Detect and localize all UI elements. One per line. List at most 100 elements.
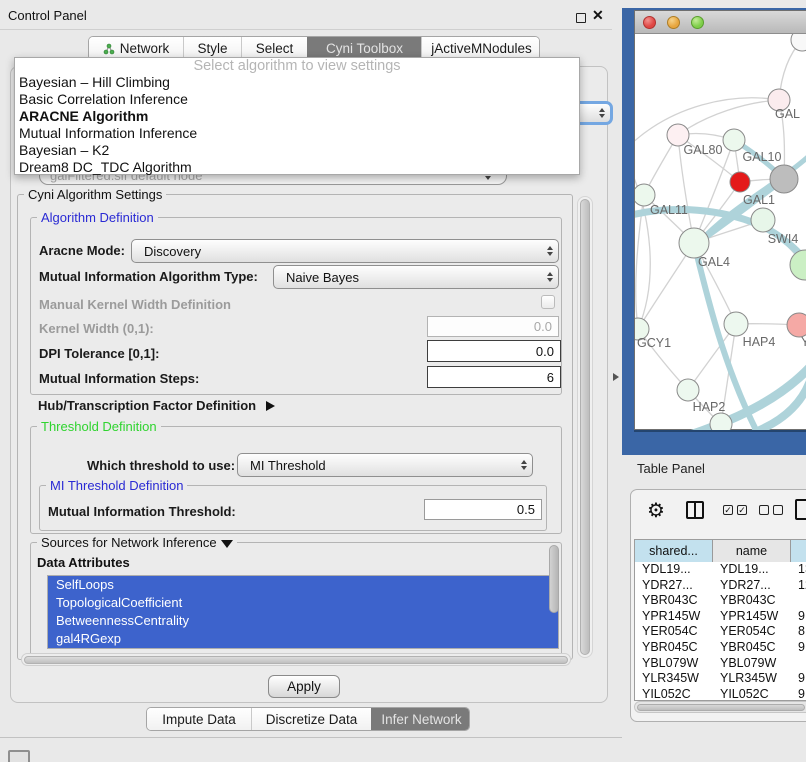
algorithm-dropdown: Select algorithm to view settings Bayesi…: [14, 57, 580, 175]
tab-discretize-data[interactable]: Discretize Data: [251, 708, 371, 730]
tab-label: Style: [197, 41, 227, 56]
table-row[interactable]: YDR27...YDR27...12: [635, 578, 806, 594]
table-cell: YLR345W: [635, 671, 713, 687]
network-node-gal10[interactable]: [723, 129, 745, 151]
tab-label: Select: [256, 41, 294, 56]
network-node[interactable]: [790, 250, 806, 280]
aracne-mode-combo[interactable]: Discovery: [131, 239, 559, 263]
network-edge[interactable]: [635, 98, 779, 146]
table-cell: YIL052C: [635, 687, 713, 701]
network-node-hap2[interactable]: [677, 379, 699, 401]
table-cell: 13: [791, 562, 806, 578]
table-cell: 9.: [791, 609, 806, 625]
hub-definition-toggle[interactable]: Hub/Transcription Factor Definition: [38, 398, 275, 413]
table-row[interactable]: YBR043CYBR043C: [635, 593, 806, 609]
zoom-traffic-light-icon[interactable]: [691, 16, 704, 29]
deselect-all-columns-icon[interactable]: [759, 505, 783, 515]
aracne-mode-label: Aracne Mode:: [39, 243, 125, 258]
network-node-gal1[interactable]: [730, 172, 750, 192]
network-canvas[interactable]: GALGAL80GAL10GAL1GAL11SWI4GAL4YHAP4GCY1H…: [635, 34, 806, 430]
table-row[interactable]: YBR045CYBR045C9.: [635, 640, 806, 656]
dropdown-item-basic-correlation-inference[interactable]: Basic Correlation Inference: [15, 91, 579, 108]
attributes-scrollbar[interactable]: [549, 545, 559, 613]
network-icon: [103, 43, 115, 55]
settings-horizontal-scrollbar[interactable]: [21, 653, 571, 666]
node-table: shared...nameA YDL19...YDL19...13YDR27..…: [634, 539, 806, 701]
kernel-width-field[interactable]: 0.0: [427, 316, 559, 337]
network-node-swi4[interactable]: [751, 208, 775, 232]
dropdown-item-dream8-dc-tdc-algorithm[interactable]: Dream8 DC_TDC Algorithm: [15, 159, 579, 176]
dropdown-item-bayesian-hill-climbing[interactable]: Bayesian – Hill Climbing: [15, 74, 579, 91]
attribute-item-topologicalcoefficient[interactable]: TopologicalCoefficient: [48, 594, 558, 612]
manual-kernel-width-checkbox[interactable]: [541, 295, 555, 309]
tab-label: jActiveMNodules: [431, 41, 532, 56]
table-cell: YDR27...: [635, 578, 713, 594]
dropdown-item-bayesian-k2[interactable]: Bayesian – K2: [15, 142, 579, 159]
table-cell: YER054C: [713, 624, 791, 640]
which-threshold-combo[interactable]: MI Threshold: [237, 453, 533, 477]
network-node[interactable]: [791, 34, 806, 51]
which-threshold-value: MI Threshold: [250, 458, 326, 473]
chevron-right-icon: [266, 401, 275, 411]
which-threshold-label: Which threshold to use:: [87, 458, 235, 473]
select-all-columns-icon[interactable]: ✓✓: [723, 505, 747, 515]
dropdown-item-mutual-information-inference[interactable]: Mutual Information Inference: [15, 125, 579, 142]
column-header-a[interactable]: A: [791, 540, 806, 562]
table-cell: 12: [791, 578, 806, 594]
new-table-icon[interactable]: [795, 499, 806, 520]
node-label-gal1: GAL1: [743, 193, 775, 207]
network-node-gal4[interactable]: [679, 228, 709, 258]
cyni-settings-group-title: Cyni Algorithm Settings: [24, 187, 166, 202]
close-traffic-light-icon[interactable]: [643, 16, 656, 29]
algorithm-definition-group: Algorithm Definition Aracne Mode: Discov…: [30, 217, 562, 395]
table-row[interactable]: YBL079WYBL079W: [635, 656, 806, 672]
table-row[interactable]: YIL052CYIL052C9.: [635, 687, 806, 701]
attribute-item-betweennesscentrality[interactable]: BetweennessCentrality: [48, 612, 558, 630]
gear-icon[interactable]: ⚙: [647, 498, 665, 523]
collapsed-panel-icon[interactable]: [8, 750, 30, 762]
attribute-item-gal4rgexp[interactable]: gal4RGexp: [48, 630, 558, 648]
close-icon[interactable]: ✕: [592, 7, 604, 24]
data-attributes-list[interactable]: SelfLoopsTopologicalCoefficientBetweenne…: [47, 575, 559, 649]
table-cell: YPR145W: [713, 609, 791, 625]
table-row[interactable]: YER054CYER054C8.: [635, 624, 806, 640]
dpi-tolerance-field[interactable]: 0.0: [427, 340, 561, 362]
dropdown-item-aracne-algorithm[interactable]: ARACNE Algorithm: [15, 108, 579, 125]
split-columns-icon[interactable]: [686, 501, 704, 519]
scrollbar-thumb[interactable]: [637, 704, 805, 711]
bottom-tabbar: Impute DataDiscretize DataInfer Network: [146, 707, 470, 731]
network-node-y[interactable]: [787, 313, 806, 337]
column-header-shared[interactable]: shared...: [635, 540, 713, 562]
apply-button[interactable]: Apply: [268, 675, 340, 698]
table-cell: YBL079W: [635, 656, 713, 672]
mi-algorithm-type-combo[interactable]: Naive Bayes: [273, 265, 559, 289]
scrollbar-thumb[interactable]: [24, 656, 568, 664]
minimize-traffic-light-icon[interactable]: [667, 16, 680, 29]
table-row[interactable]: YDL19...YDL19...13: [635, 562, 806, 578]
mi-steps-field[interactable]: 6: [427, 366, 561, 388]
tab-label: Network: [120, 41, 170, 56]
tab-infer-network[interactable]: Infer Network: [371, 708, 470, 730]
tab-impute-data[interactable]: Impute Data: [147, 708, 251, 730]
table-header-row: shared...nameA: [635, 540, 806, 562]
table-row[interactable]: YLR345WYLR345W9.: [635, 671, 806, 687]
settings-vertical-scrollbar[interactable]: [577, 196, 593, 658]
table-cell: YBR045C: [635, 640, 713, 656]
table-horizontal-scrollbar[interactable]: [634, 701, 806, 713]
network-node[interactable]: [710, 413, 732, 430]
column-header-name[interactable]: name: [713, 540, 791, 562]
mi-threshold-field[interactable]: 0.5: [424, 499, 542, 520]
table-row[interactable]: YPR145WYPR145W9.: [635, 609, 806, 625]
network-node-hap4[interactable]: [724, 312, 748, 336]
attribute-item-selfloops[interactable]: SelfLoops: [48, 576, 558, 594]
scrollbar-thumb[interactable]: [580, 199, 590, 655]
float-window-icon[interactable]: [576, 13, 586, 23]
network-edge[interactable]: [678, 100, 779, 135]
table-cell: YBR045C: [713, 640, 791, 656]
sources-group-title[interactable]: Sources for Network Inference: [37, 535, 237, 550]
network-window-titlebar[interactable]: [635, 11, 806, 34]
splitter-handle[interactable]: [613, 373, 619, 381]
dpi-tolerance-label: DPI Tolerance [0,1]:: [39, 346, 159, 361]
network-node[interactable]: [770, 165, 798, 193]
node-label-gal10: GAL10: [743, 150, 782, 164]
